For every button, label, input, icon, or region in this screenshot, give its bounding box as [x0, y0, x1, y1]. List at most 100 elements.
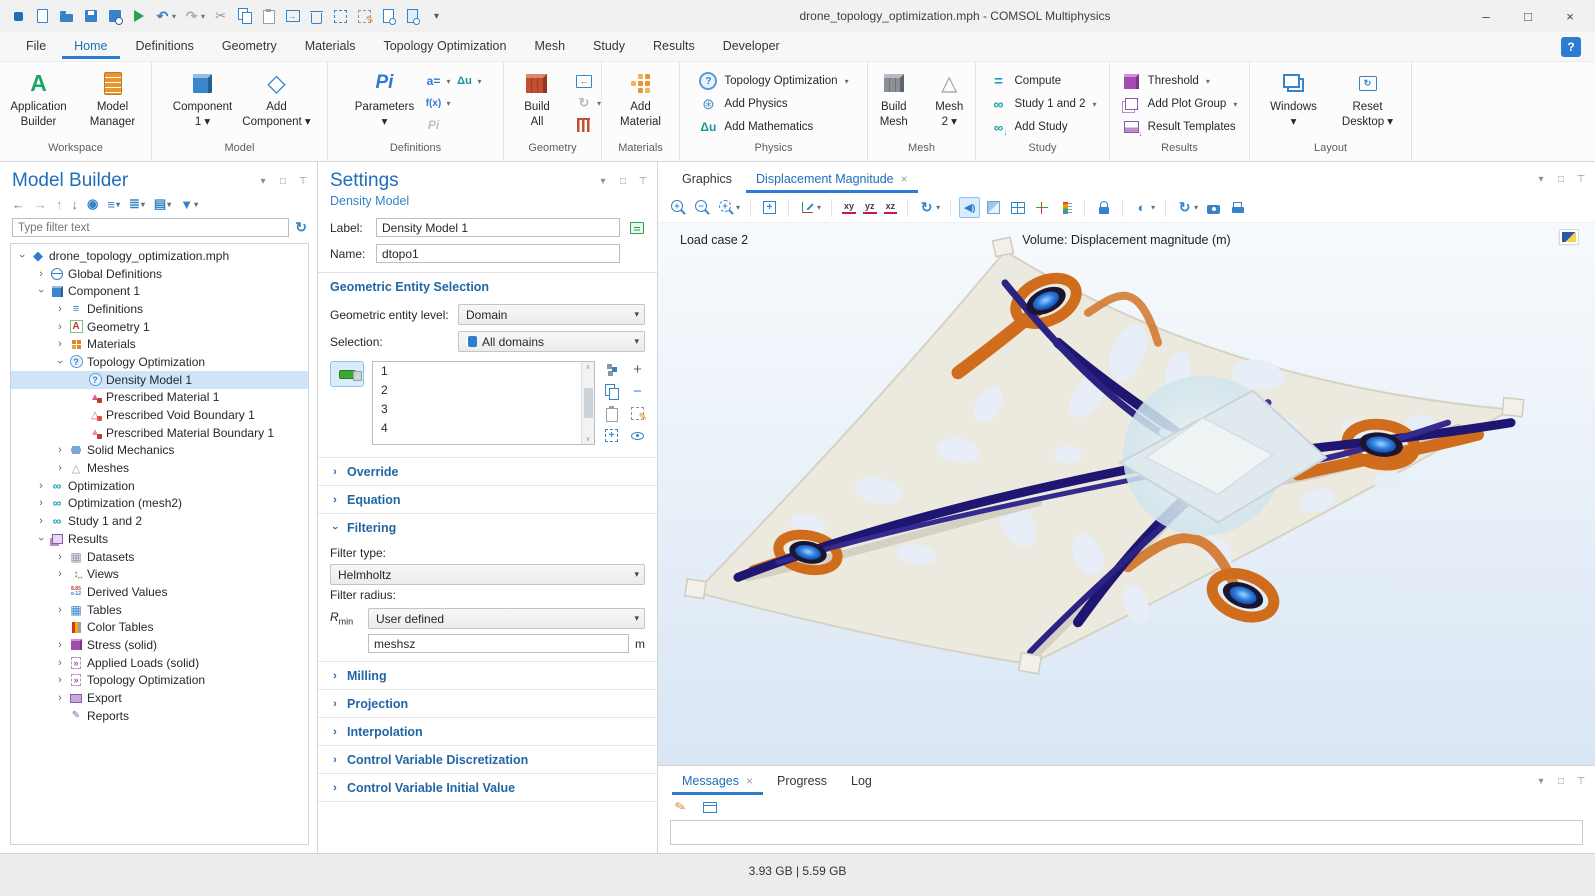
tree-expander-icon[interactable]: › — [35, 534, 47, 544]
image-effects-button[interactable]: ▾ — [1131, 197, 1157, 218]
domain-selection-list[interactable]: 1234 ∧∨ — [372, 361, 595, 445]
topology-optimization-physics-button[interactable]: Topology Optimization▾ — [698, 73, 848, 89]
reset-desktop-button[interactable]: Reset Desktop ▾ — [1333, 67, 1403, 130]
scrollbar-thumb[interactable] — [584, 388, 593, 418]
open-file-button[interactable] — [58, 8, 75, 25]
paint-selection-button[interactable] — [629, 405, 646, 422]
tree-item-density-model-1[interactable]: Density Model 1 — [11, 371, 308, 389]
result-templates-button[interactable]: Result Templates — [1122, 119, 1236, 135]
application-builder-button[interactable]: Application Builder — [4, 67, 74, 130]
add-to-selection-button[interactable] — [629, 361, 646, 378]
redo-button[interactable]: ▾ — [183, 8, 205, 25]
tree-item-prescribed-material-boundary-1[interactable]: Prescribed Material Boundary 1 — [11, 424, 308, 442]
tree-expander-icon[interactable]: › — [55, 568, 65, 580]
color-legend-button[interactable] — [1055, 197, 1076, 218]
show-button[interactable]: ◉ — [87, 196, 98, 212]
minimize-button[interactable]: – — [1465, 1, 1507, 31]
tree-expander-icon[interactable]: › — [55, 444, 65, 456]
remove-details-button[interactable] — [574, 117, 594, 133]
section-control-variable-initial-value[interactable]: ›Control Variable Initial Value — [318, 773, 657, 801]
help-button[interactable]: ? — [1561, 37, 1581, 57]
paste-button[interactable] — [260, 8, 277, 25]
tree-item-views[interactable]: ›Views — [11, 565, 308, 583]
tree-item-meshes[interactable]: ›Meshes — [11, 459, 308, 477]
tab-definitions[interactable]: Definitions — [124, 34, 206, 59]
axis-orientation-button[interactable] — [1031, 197, 1052, 218]
paste-selection-button[interactable] — [603, 405, 620, 422]
tree-expander-icon[interactable]: › — [55, 338, 65, 350]
tab-graphics[interactable]: Graphics — [672, 167, 742, 193]
tree-expander-icon[interactable]: › — [35, 286, 47, 296]
filter-radius-dropdown[interactable]: User defined — [368, 608, 645, 629]
tree-item-solid-mechanics[interactable]: ›Solid Mechanics — [11, 442, 308, 460]
name-field[interactable] — [376, 244, 620, 263]
view-xy-button[interactable]: xy — [840, 199, 858, 216]
tree-expander-icon[interactable]: › — [55, 462, 65, 474]
tree-expander-icon[interactable]: › — [55, 604, 65, 616]
pin-panel-icon[interactable]: ⊤ — [637, 176, 649, 187]
variables-button[interactable]: ▾ — [423, 73, 450, 89]
study-1-and-2-button[interactable]: Study 1 and 2▾ — [989, 96, 1097, 112]
nonlocal-couplings-button[interactable]: ▾ — [455, 73, 482, 89]
tab-displacement-magnitude[interactable]: Displacement Magnitude× — [746, 167, 918, 193]
tree-item-optimization-mesh2[interactable]: ›Optimization (mesh2) — [11, 495, 308, 513]
tree-item-color-tables[interactable]: Color Tables — [11, 618, 308, 636]
tree-item-definitions[interactable]: ›Definitions — [11, 300, 308, 318]
tab-materials[interactable]: Materials — [293, 34, 368, 59]
tree-item-reports[interactable]: Reports — [11, 707, 308, 725]
tree-expander-icon[interactable]: › — [55, 692, 65, 704]
save-as-button[interactable] — [106, 8, 123, 25]
float-panel-icon[interactable]: □ — [617, 176, 629, 187]
pin-panel-icon[interactable]: ⊤ — [1575, 174, 1587, 185]
section-milling[interactable]: ›Milling — [318, 661, 657, 689]
copy-selection-button[interactable] — [603, 383, 620, 400]
tree-expander-icon[interactable]: › — [55, 321, 65, 333]
new-file-button[interactable] — [34, 8, 51, 25]
parameters-button[interactable]: Parameters ▾ — [349, 67, 419, 130]
build-all-geometry-button[interactable]: Build All — [504, 67, 570, 130]
tree-expander-icon[interactable]: › — [36, 268, 46, 280]
tab-progress[interactable]: Progress — [767, 769, 837, 795]
insert-sequence-button[interactable] — [574, 73, 594, 89]
tree-item-prescribed-material-1[interactable]: Prescribed Material 1 — [11, 389, 308, 407]
build-mesh-button[interactable]: Build Mesh — [868, 67, 920, 130]
close-button[interactable]: × — [1549, 1, 1591, 31]
tree-item-applied-loads-solid[interactable]: ›Applied Loads (solid) — [11, 654, 308, 672]
node-label-button[interactable]: ▤▾ — [154, 196, 171, 212]
mesh-2-button[interactable]: Mesh 2 ▾ — [924, 67, 976, 130]
tree-item-topology-optimization[interactable]: ›Topology Optimization — [11, 672, 308, 690]
transparency-button[interactable] — [983, 197, 1004, 218]
add-mathematics-button[interactable]: Add Mathematics — [698, 119, 813, 135]
move-up-button[interactable]: ↑ — [56, 197, 63, 212]
section-control-variable-discretization[interactable]: ›Control Variable Discretization — [318, 745, 657, 773]
select-button[interactable] — [332, 8, 349, 25]
tab-geometry[interactable]: Geometry — [210, 34, 289, 59]
rebuild-button[interactable]: ▾ — [574, 95, 601, 111]
tab-study[interactable]: Study — [581, 34, 637, 59]
rename-icon[interactable] — [628, 219, 645, 236]
tree-item-optimization[interactable]: ›Optimization — [11, 477, 308, 495]
add-plot-group-button[interactable]: Add Plot Group▾ — [1122, 96, 1238, 112]
lock-camera-button[interactable] — [1093, 197, 1114, 218]
view-xz-button[interactable]: xz — [882, 199, 900, 216]
tree-item-stress-solid[interactable]: ›Stress (solid) — [11, 636, 308, 654]
find-button[interactable] — [380, 8, 397, 25]
section-filtering[interactable]: ›Filtering — [318, 513, 657, 541]
toggle-visibility-button[interactable] — [629, 427, 646, 444]
tab-file[interactable]: File — [14, 34, 58, 59]
add-physics-button[interactable]: Add Physics — [698, 96, 787, 112]
model-manager-button[interactable]: Model Manager — [78, 67, 148, 130]
clear-messages-button[interactable] — [670, 797, 691, 818]
customize-toolbar-button[interactable] — [428, 8, 445, 25]
tree-expander-icon[interactable]: › — [55, 639, 65, 651]
scene-light-button[interactable] — [959, 197, 980, 218]
float-panel-icon[interactable]: □ — [1555, 776, 1567, 787]
tree-item-prescribed-void-boundary-1[interactable]: Prescribed Void Boundary 1 — [11, 406, 308, 424]
view-yz-button[interactable]: yz — [861, 199, 879, 216]
add-material-button[interactable]: Add Material — [606, 67, 676, 130]
search-button[interactable] — [404, 8, 421, 25]
image-snapshot-button[interactable] — [1203, 197, 1224, 218]
tree-item-tables[interactable]: ›Tables — [11, 601, 308, 619]
tree-item-datasets[interactable]: ›Datasets — [11, 548, 308, 566]
active-selection-toggle[interactable] — [330, 361, 364, 387]
